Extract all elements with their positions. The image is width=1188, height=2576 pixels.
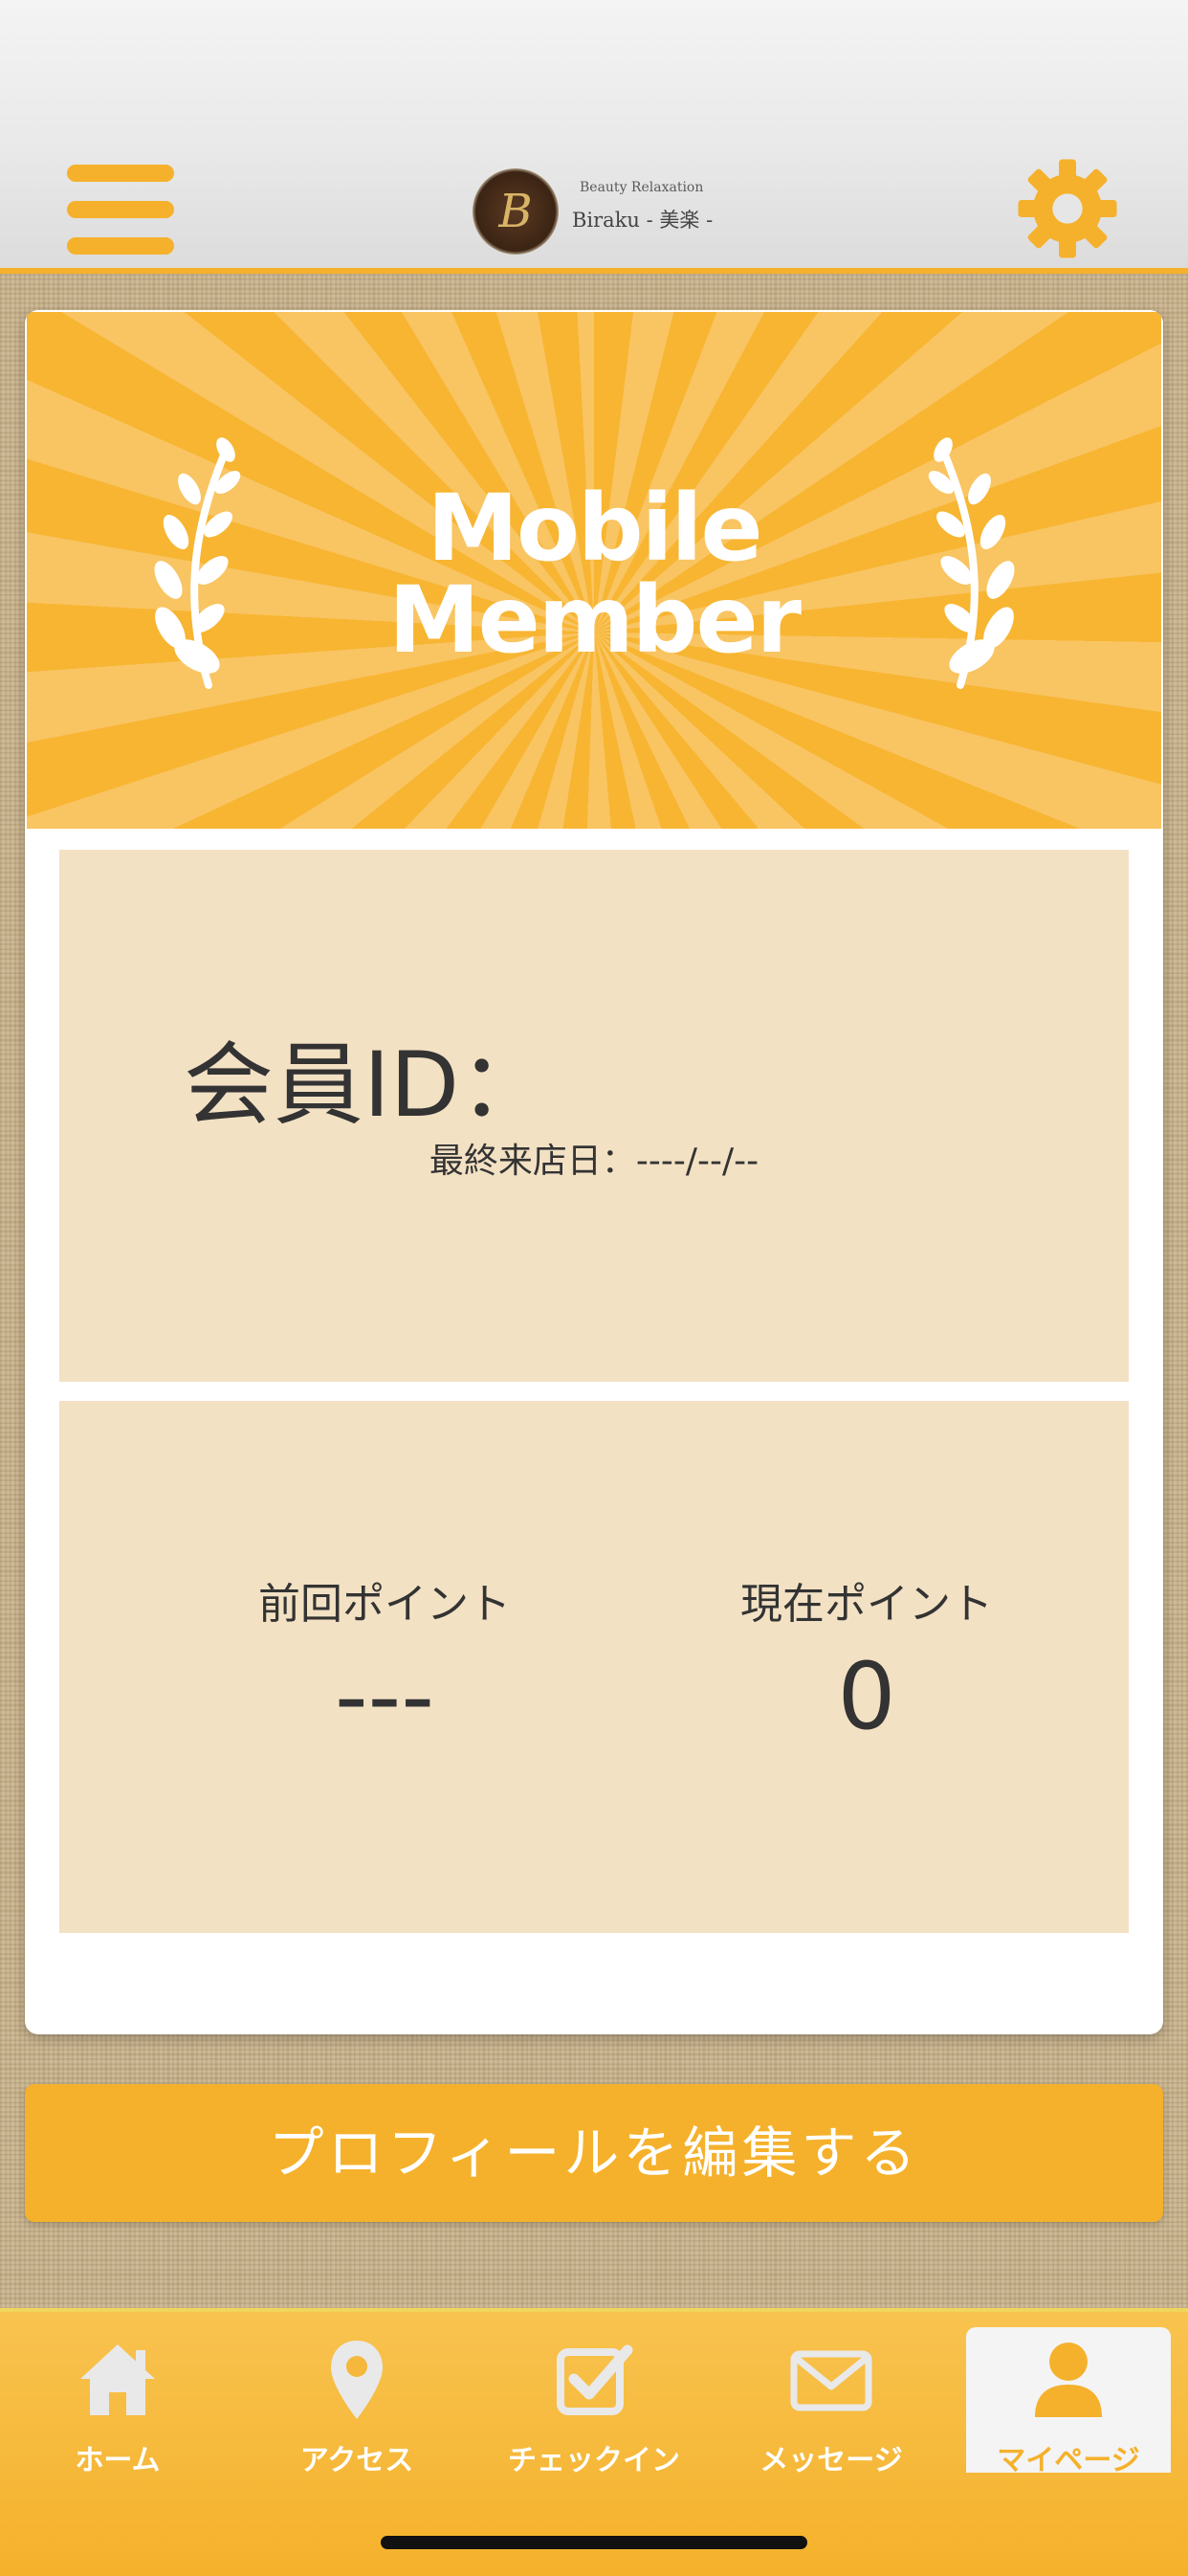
tab-checkin-label: チェックイン xyxy=(508,2444,680,2477)
member-card: Mobile Member 会員ID： 最終来店日：----/--/-- 前回ポ… xyxy=(25,310,1163,2034)
checkbox-icon xyxy=(557,2344,633,2415)
tab-mypage[interactable]: マイページ xyxy=(966,2327,1171,2477)
tab-checkin[interactable]: チェックイン xyxy=(492,2327,696,2477)
home-indicator xyxy=(381,2536,807,2549)
points-panel: 前回ポイント --- 現在ポイント 0 xyxy=(59,1401,1129,1933)
settings-gear-icon[interactable] xyxy=(1014,155,1121,262)
member-id-label: 会員ID： xyxy=(184,1033,550,1138)
tab-mypage-label: マイページ xyxy=(997,2444,1140,2477)
previous-points-label: 前回ポイント xyxy=(258,1580,511,1629)
mobile-member-banner: Mobile Member xyxy=(27,312,1161,829)
laurel-right-icon xyxy=(922,436,1027,699)
edit-profile-button[interactable]: プロフィールを編集する xyxy=(25,2084,1163,2222)
member-id-panel: 会員ID： 最終来店日：----/--/-- xyxy=(59,850,1129,1382)
brand-logo: B Beauty Relaxation Biraku - 美楽 - xyxy=(473,165,721,256)
tab-access-label: アクセス xyxy=(299,2444,414,2477)
current-points-label: 現在ポイント xyxy=(740,1580,993,1629)
tab-message[interactable]: メッセージ xyxy=(729,2327,934,2477)
envelope-icon xyxy=(790,2350,872,2411)
map-pin-icon xyxy=(331,2341,383,2419)
logo-subtitle: Beauty Relaxation xyxy=(580,180,704,195)
logo-mark: B xyxy=(473,168,559,255)
tab-home[interactable]: ホーム xyxy=(15,2327,220,2477)
hamburger-menu-icon[interactable] xyxy=(67,165,174,255)
previous-points-value: --- xyxy=(335,1643,434,1750)
current-points-value: 0 xyxy=(837,1643,896,1750)
tab-access[interactable]: アクセス xyxy=(254,2327,459,2477)
tab-home-label: ホーム xyxy=(75,2444,161,2477)
logo-name: Biraku - 美楽 - xyxy=(572,209,714,232)
home-icon xyxy=(80,2344,155,2415)
last-visit-date: 最終来店日：----/--/-- xyxy=(429,1142,759,1181)
app-header: B Beauty Relaxation Biraku - 美楽 - xyxy=(0,0,1188,274)
user-icon xyxy=(1035,2343,1102,2417)
tab-message-label: メッセージ xyxy=(759,2444,903,2477)
